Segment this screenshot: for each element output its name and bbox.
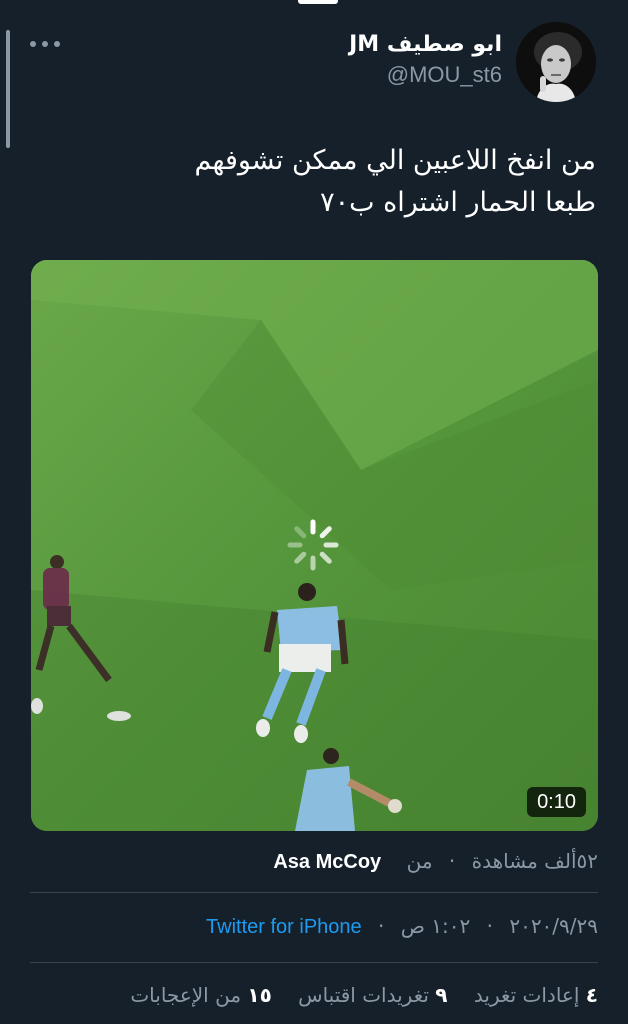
client-link[interactable]: Twitter for iPhone bbox=[206, 916, 362, 938]
source-user-link[interactable]: Asa McCoy bbox=[273, 851, 381, 873]
tweet-text-line-1: من انفخ اللاعبين الي ممكن تشوفهم bbox=[194, 145, 596, 176]
quotes-stat[interactable]: ٩ تغريدات اقتباس bbox=[298, 983, 447, 1007]
divider bbox=[30, 892, 598, 893]
date-row: ٢٠٢٠/٩/٢٩ · ١:٠٢ ص · Twitter for iPhone bbox=[30, 911, 598, 942]
likes-label: من الإعجابات bbox=[130, 983, 242, 1007]
top-cutoff bbox=[0, 0, 628, 8]
stats-row: ٤ إعادات تغريد ٩ تغريدات اقتباس ١٥ من ال… bbox=[30, 980, 598, 1010]
views-row: ٥٢ألف مشاهدة · من Asa McCoy bbox=[30, 846, 598, 877]
profile-photo-icon bbox=[516, 22, 596, 102]
divider bbox=[30, 962, 598, 963]
from-label: من bbox=[406, 849, 433, 873]
dot bbox=[42, 41, 48, 47]
display-name[interactable]: ابو صطيف JM bbox=[349, 30, 502, 60]
scroll-indicator[interactable] bbox=[6, 30, 10, 148]
likes-stat[interactable]: ١٥ من الإعجابات bbox=[130, 983, 271, 1007]
separator: · bbox=[448, 849, 456, 873]
separator: · bbox=[486, 914, 493, 938]
video-duration-badge: 0:10 bbox=[527, 787, 586, 817]
quotes-label: تغريدات اقتباس bbox=[298, 983, 429, 1007]
tweet-text-line-2: طبعا الحمار اشتراه ب٧٠ bbox=[320, 187, 596, 218]
loading-spinner-icon bbox=[287, 519, 339, 571]
dot bbox=[30, 41, 36, 47]
retweets-label: إعادات تغريد bbox=[473, 983, 580, 1007]
tweet-header: ابو صطيف JM @MOU_st6 bbox=[30, 22, 598, 106]
tweet-date: ٢٠٢٠/٩/٢٩ bbox=[509, 914, 598, 938]
tweet-time: ١:٠٢ ص bbox=[400, 914, 471, 938]
dot bbox=[54, 41, 60, 47]
previous-content-cutoff bbox=[298, 0, 338, 4]
more-horizontal-icon[interactable] bbox=[30, 36, 60, 52]
retweets-stat[interactable]: ٤ إعادات تغريد bbox=[474, 983, 598, 1007]
retweets-count: ٤ bbox=[585, 983, 598, 1007]
quotes-count: ٩ bbox=[435, 983, 448, 1007]
user-names[interactable]: ابو صطيف JM @MOU_st6 bbox=[349, 30, 502, 90]
video-player[interactable]: 0:10 bbox=[31, 260, 598, 831]
user-handle[interactable]: @MOU_st6 bbox=[349, 60, 502, 90]
separator: · bbox=[378, 914, 385, 938]
view-count: ٥٢ألف مشاهدة bbox=[471, 849, 598, 873]
avatar[interactable] bbox=[516, 22, 596, 102]
likes-count: ١٥ bbox=[247, 983, 272, 1007]
tweet-text: من انفخ اللاعبين الي ممكن تشوفهم طبعا ال… bbox=[32, 140, 596, 224]
